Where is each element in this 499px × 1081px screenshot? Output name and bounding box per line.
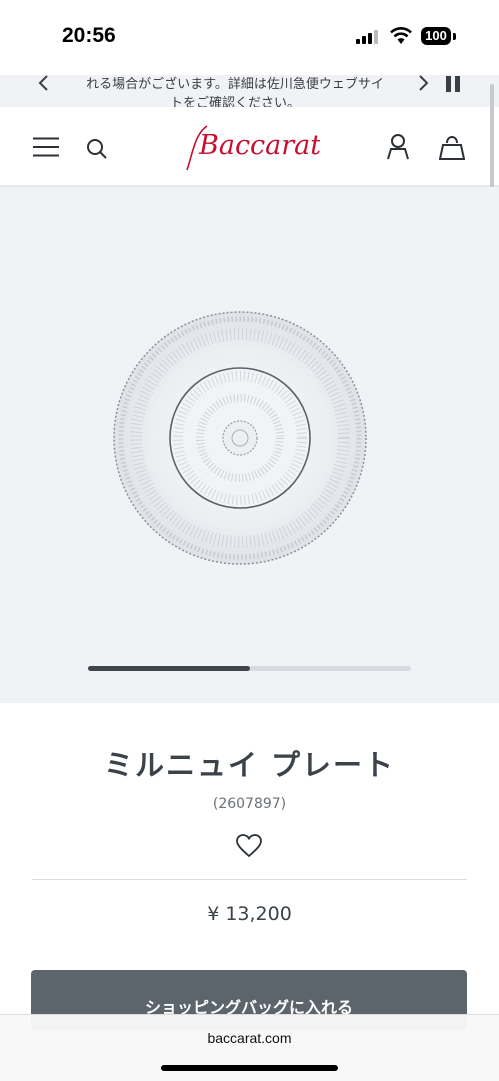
battery-tip — [453, 33, 456, 40]
baccarat-logo[interactable]: Baccarat — [185, 120, 320, 172]
product-price: ¥ 13,200 — [207, 903, 292, 925]
search-icon[interactable] — [86, 138, 108, 160]
battery-level: 100 — [421, 27, 451, 45]
product-title: ミルニュイ プレート — [103, 748, 396, 782]
announcement-line-2: トをご確認ください。 — [169, 96, 300, 107]
browser-bottom-bar: baccarat.com — [0, 1014, 499, 1081]
announcement-text: れる場合がございます。詳細は佐川急便ウェブサイ トをご確認ください。 — [60, 75, 410, 107]
chevron-right-icon[interactable] — [416, 75, 430, 91]
announcement-line-1: れる場合がございます。詳細は佐川急便ウェブサイ — [86, 77, 384, 92]
chevron-left-icon[interactable] — [37, 75, 51, 91]
logo-text: Baccarat — [198, 130, 320, 161]
product-plate-image — [113, 311, 367, 565]
site-header: Baccarat — [0, 107, 499, 187]
pause-icon[interactable] — [445, 75, 461, 93]
shopping-bag-icon[interactable] — [439, 133, 465, 161]
cellular-signal-icon — [356, 30, 378, 44]
status-time: 20:56 — [62, 24, 116, 47]
account-icon[interactable] — [386, 134, 410, 160]
product-code: (2607897) — [212, 796, 287, 812]
heart-icon[interactable] — [236, 834, 262, 858]
announcement-bar: れる場合がございます。詳細は佐川急便ウェブサイ トをご確認ください。 — [0, 75, 499, 107]
product-image-gallery[interactable] — [0, 187, 499, 703]
gallery-progress-track — [88, 666, 411, 671]
home-indicator — [161, 1065, 338, 1071]
status-bar: 20:56 100 — [0, 0, 499, 75]
gallery-progress-fill — [88, 666, 250, 671]
divider — [32, 879, 467, 880]
hamburger-menu-icon[interactable] — [33, 137, 59, 157]
wifi-icon — [390, 27, 412, 44]
browser-url[interactable]: baccarat.com — [0, 1030, 499, 1046]
